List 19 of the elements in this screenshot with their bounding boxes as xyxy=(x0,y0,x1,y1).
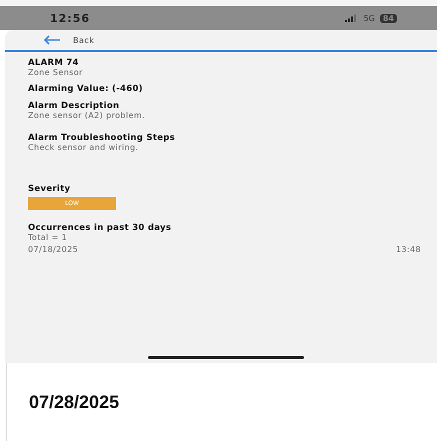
signal-icon xyxy=(344,14,359,22)
battery-level: 84 xyxy=(380,14,397,22)
alarm-subtitle: Zone Sensor xyxy=(28,68,84,77)
severity-heading: Severity xyxy=(28,184,72,194)
section-heading: Alarm Troubleshooting Steps xyxy=(28,133,176,143)
section-text: Zone sensor (A2) problem. xyxy=(28,111,146,120)
network-label: 5G xyxy=(364,14,375,22)
occurrence-total: Total = 1 xyxy=(28,233,68,242)
alarming-value: Alarming Value: (-460) xyxy=(28,84,144,94)
back-arrow-icon[interactable] xyxy=(43,35,61,45)
back-link[interactable]: Back xyxy=(73,36,94,44)
footer-date: 07/28/2025 xyxy=(29,392,120,412)
section-heading: Alarm Description xyxy=(28,101,120,111)
occurrence-date: 07/18/2025 xyxy=(28,245,78,254)
occurrence-time: 13:48 xyxy=(396,245,421,254)
section-text: Check sensor and wiring. xyxy=(28,143,140,152)
occurrences-heading: Occurrences in past 30 days xyxy=(28,223,172,233)
alarm-title: ALARM 74 xyxy=(28,58,80,68)
clock-time: 12:56 xyxy=(50,12,90,24)
